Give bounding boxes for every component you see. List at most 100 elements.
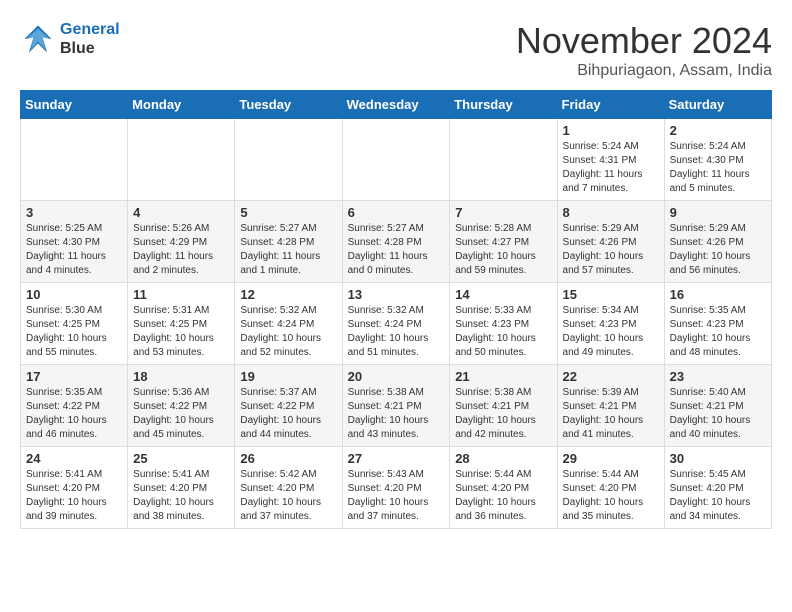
day-info: Sunrise: 5:34 AM Sunset: 4:23 PM Dayligh… bbox=[563, 304, 659, 360]
day-number: 20 bbox=[348, 369, 445, 384]
day-cell: 11Sunrise: 5:31 AM Sunset: 4:25 PM Dayli… bbox=[128, 283, 235, 365]
day-info: Sunrise: 5:44 AM Sunset: 4:20 PM Dayligh… bbox=[455, 468, 551, 524]
day-info: Sunrise: 5:29 AM Sunset: 4:26 PM Dayligh… bbox=[670, 222, 766, 278]
weekday-header-row: SundayMondayTuesdayWednesdayThursdayFrid… bbox=[21, 91, 772, 119]
header: General Blue November 2024 Bihpuriagaon,… bbox=[20, 20, 772, 80]
weekday-header-thursday: Thursday bbox=[450, 91, 557, 119]
day-number: 12 bbox=[240, 287, 336, 302]
location-subtitle: Bihpuriagaon, Assam, India bbox=[516, 62, 772, 80]
day-number: 21 bbox=[455, 369, 551, 384]
day-info: Sunrise: 5:35 AM Sunset: 4:23 PM Dayligh… bbox=[670, 304, 766, 360]
day-info: Sunrise: 5:26 AM Sunset: 4:29 PM Dayligh… bbox=[133, 222, 229, 278]
day-info: Sunrise: 5:45 AM Sunset: 4:20 PM Dayligh… bbox=[670, 468, 766, 524]
week-row-4: 17Sunrise: 5:35 AM Sunset: 4:22 PM Dayli… bbox=[21, 365, 772, 447]
day-number: 6 bbox=[348, 205, 445, 220]
day-cell: 26 Sunrise: 5:42 AM Sunset: 4:20 PM Dayli… bbox=[235, 447, 342, 529]
weekday-header-monday: Monday bbox=[128, 91, 235, 119]
day-number: 13 bbox=[348, 287, 445, 302]
day-cell: 29 Sunrise: 5:44 AM Sunset: 4:20 PM Dayli… bbox=[557, 447, 664, 529]
day-cell: 30 Sunrise: 5:45 AM Sunset: 4:20 PM Dayli… bbox=[664, 447, 771, 529]
day-info: Sunrise: 5:25 AM Sunset: 4:30 PM Dayligh… bbox=[26, 222, 122, 278]
day-cell: 6 Sunrise: 5:27 AM Sunset: 4:28 PM Daylig… bbox=[342, 201, 450, 283]
day-cell: 24 Sunrise: 5:41 AM Sunset: 4:20 PM Dayli… bbox=[21, 447, 128, 529]
day-number: 29 bbox=[563, 451, 659, 466]
day-number: 26 bbox=[240, 451, 336, 466]
day-cell bbox=[21, 119, 128, 201]
day-cell: 12 Sunrise: 5:32 AM Sunset: 4:24 PM Dayli… bbox=[235, 283, 342, 365]
day-cell: 5Sunrise: 5:27 AM Sunset: 4:28 PM Daylig… bbox=[235, 201, 342, 283]
day-cell: 8Sunrise: 5:29 AM Sunset: 4:26 PM Daylig… bbox=[557, 201, 664, 283]
day-info: Sunrise: 5:42 AM Sunset: 4:20 PM Dayligh… bbox=[240, 468, 336, 524]
day-cell bbox=[342, 119, 450, 201]
day-cell: 9 Sunrise: 5:29 AM Sunset: 4:26 PM Daylig… bbox=[664, 201, 771, 283]
day-cell: 25Sunrise: 5:41 AM Sunset: 4:20 PM Dayli… bbox=[128, 447, 235, 529]
day-number: 24 bbox=[26, 451, 122, 466]
day-number: 27 bbox=[348, 451, 445, 466]
day-number: 11 bbox=[133, 287, 229, 302]
day-cell: 1 Sunrise: 5:24 AM Sunset: 4:31 PM Daylig… bbox=[557, 119, 664, 201]
day-info: Sunrise: 5:36 AM Sunset: 4:22 PM Dayligh… bbox=[133, 386, 229, 442]
day-info: Sunrise: 5:24 AM Sunset: 4:30 PM Dayligh… bbox=[670, 140, 766, 196]
day-info: Sunrise: 5:24 AM Sunset: 4:31 PM Dayligh… bbox=[563, 140, 659, 196]
week-row-2: 3 Sunrise: 5:25 AM Sunset: 4:30 PM Daylig… bbox=[21, 201, 772, 283]
day-info: Sunrise: 5:38 AM Sunset: 4:21 PM Dayligh… bbox=[348, 386, 445, 442]
day-number: 30 bbox=[670, 451, 766, 466]
day-cell: 18Sunrise: 5:36 AM Sunset: 4:22 PM Dayli… bbox=[128, 365, 235, 447]
day-info: Sunrise: 5:44 AM Sunset: 4:20 PM Dayligh… bbox=[563, 468, 659, 524]
day-info: Sunrise: 5:30 AM Sunset: 4:25 PM Dayligh… bbox=[26, 304, 122, 360]
day-number: 16 bbox=[670, 287, 766, 302]
day-number: 1 bbox=[563, 123, 659, 138]
day-number: 4 bbox=[133, 205, 229, 220]
day-number: 25 bbox=[133, 451, 229, 466]
day-number: 28 bbox=[455, 451, 551, 466]
logo: General Blue bbox=[20, 20, 120, 58]
month-title: November 2024 bbox=[516, 20, 772, 62]
week-row-3: 10 Sunrise: 5:30 AM Sunset: 4:25 PM Dayli… bbox=[21, 283, 772, 365]
weekday-header-sunday: Sunday bbox=[21, 91, 128, 119]
day-info: Sunrise: 5:32 AM Sunset: 4:24 PM Dayligh… bbox=[240, 304, 336, 360]
day-number: 3 bbox=[26, 205, 122, 220]
day-cell bbox=[128, 119, 235, 201]
day-number: 23 bbox=[670, 369, 766, 384]
day-number: 10 bbox=[26, 287, 122, 302]
day-info: Sunrise: 5:33 AM Sunset: 4:23 PM Dayligh… bbox=[455, 304, 551, 360]
calendar-table: SundayMondayTuesdayWednesdayThursdayFrid… bbox=[20, 90, 772, 529]
day-number: 14 bbox=[455, 287, 551, 302]
weekday-header-saturday: Saturday bbox=[664, 91, 771, 119]
logo-text: General Blue bbox=[60, 20, 120, 58]
day-info: Sunrise: 5:38 AM Sunset: 4:21 PM Dayligh… bbox=[455, 386, 551, 442]
day-cell: 28 Sunrise: 5:44 AM Sunset: 4:20 PM Dayli… bbox=[450, 447, 557, 529]
day-cell: 15 Sunrise: 5:34 AM Sunset: 4:23 PM Dayli… bbox=[557, 283, 664, 365]
day-cell bbox=[235, 119, 342, 201]
week-row-1: 1 Sunrise: 5:24 AM Sunset: 4:31 PM Daylig… bbox=[21, 119, 772, 201]
day-number: 5 bbox=[240, 205, 336, 220]
day-number: 8 bbox=[563, 205, 659, 220]
weekday-header-friday: Friday bbox=[557, 91, 664, 119]
day-cell: 13Sunrise: 5:32 AM Sunset: 4:24 PM Dayli… bbox=[342, 283, 450, 365]
day-cell: 10 Sunrise: 5:30 AM Sunset: 4:25 PM Dayli… bbox=[21, 283, 128, 365]
day-number: 19 bbox=[240, 369, 336, 384]
day-cell: 2Sunrise: 5:24 AM Sunset: 4:30 PM Daylig… bbox=[664, 119, 771, 201]
day-number: 15 bbox=[563, 287, 659, 302]
day-info: Sunrise: 5:27 AM Sunset: 4:28 PM Dayligh… bbox=[348, 222, 445, 278]
day-cell: 20 Sunrise: 5:38 AM Sunset: 4:21 PM Dayli… bbox=[342, 365, 450, 447]
day-info: Sunrise: 5:39 AM Sunset: 4:21 PM Dayligh… bbox=[563, 386, 659, 442]
day-cell bbox=[450, 119, 557, 201]
day-info: Sunrise: 5:43 AM Sunset: 4:20 PM Dayligh… bbox=[348, 468, 445, 524]
day-info: Sunrise: 5:37 AM Sunset: 4:22 PM Dayligh… bbox=[240, 386, 336, 442]
day-info: Sunrise: 5:41 AM Sunset: 4:20 PM Dayligh… bbox=[26, 468, 122, 524]
weekday-header-tuesday: Tuesday bbox=[235, 91, 342, 119]
day-number: 7 bbox=[455, 205, 551, 220]
day-cell: 16 Sunrise: 5:35 AM Sunset: 4:23 PM Dayli… bbox=[664, 283, 771, 365]
day-cell: 19 Sunrise: 5:37 AM Sunset: 4:22 PM Dayli… bbox=[235, 365, 342, 447]
day-cell: 22 Sunrise: 5:39 AM Sunset: 4:21 PM Dayli… bbox=[557, 365, 664, 447]
day-number: 9 bbox=[670, 205, 766, 220]
day-cell: 7Sunrise: 5:28 AM Sunset: 4:27 PM Daylig… bbox=[450, 201, 557, 283]
day-cell: 4 Sunrise: 5:26 AM Sunset: 4:29 PM Daylig… bbox=[128, 201, 235, 283]
week-row-5: 24 Sunrise: 5:41 AM Sunset: 4:20 PM Dayli… bbox=[21, 447, 772, 529]
day-cell: 3 Sunrise: 5:25 AM Sunset: 4:30 PM Daylig… bbox=[21, 201, 128, 283]
day-number: 22 bbox=[563, 369, 659, 384]
day-cell: 23Sunrise: 5:40 AM Sunset: 4:21 PM Dayli… bbox=[664, 365, 771, 447]
title-area: November 2024 Bihpuriagaon, Assam, India bbox=[516, 20, 772, 80]
day-cell: 14 Sunrise: 5:33 AM Sunset: 4:23 PM Dayli… bbox=[450, 283, 557, 365]
